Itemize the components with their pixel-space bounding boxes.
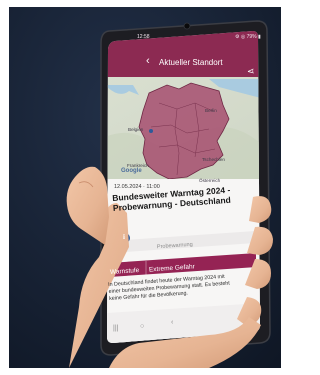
back-arrow-icon[interactable]: ‹ bbox=[146, 56, 150, 67]
google-attribution: Google bbox=[121, 168, 142, 174]
warning-level-value: Extreme Gefahr bbox=[148, 263, 196, 274]
status-time: 12:58 bbox=[137, 34, 150, 40]
photo: 12:58 ⚙ ◎ 79% ▮ ‹ Aktueller Standort ⋖ B… bbox=[9, 7, 281, 368]
map-label-oesterreich: Österreich bbox=[199, 178, 221, 183]
share-icon[interactable]: ⋖ bbox=[247, 66, 255, 77]
nav-back-icon[interactable]: ‹ bbox=[171, 319, 173, 326]
map-label-berlin: Berlin bbox=[205, 108, 217, 113]
status-indicators: ⚙ ◎ 79% ▮ bbox=[235, 34, 261, 40]
map-label-tschechien: Tschechien bbox=[202, 157, 225, 162]
screen-ui: 12:58 ⚙ ◎ 79% ▮ ‹ Aktueller Standort ⋖ B… bbox=[9, 7, 281, 368]
map-label-belgien: Belgien bbox=[128, 127, 144, 132]
header-title: Aktueller Standort bbox=[159, 58, 223, 67]
home-icon[interactable]: ○ bbox=[140, 323, 144, 330]
recent-apps-icon[interactable]: ||| bbox=[113, 325, 118, 332]
alert-body: In Deutschland findet heute der Warntag … bbox=[108, 273, 230, 302]
warning-type-label: Probewarnung bbox=[156, 241, 193, 251]
info-icon-glyph: i bbox=[123, 233, 125, 241]
warning-level-label: Warnstufe bbox=[109, 266, 140, 277]
